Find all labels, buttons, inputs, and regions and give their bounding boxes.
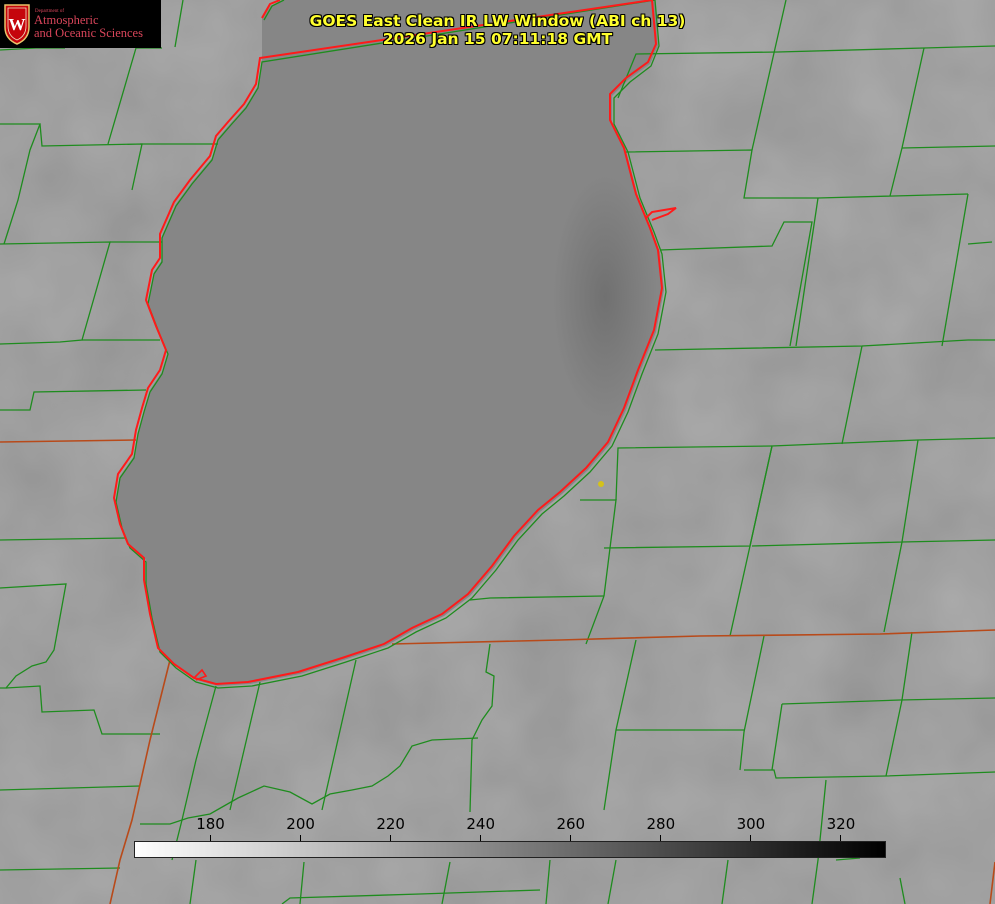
colorbar-tick-mark xyxy=(210,835,212,841)
colorbar-tick-mark xyxy=(390,835,392,841)
colorbar-tick-label: 180 xyxy=(196,815,225,833)
colorbar-tick-label: 320 xyxy=(826,815,856,833)
colorbar-tick-label: 200 xyxy=(286,815,315,833)
product-title: GOES East Clean IR LW Window (ABI ch 13) xyxy=(309,12,686,30)
colorbar-tick-label: 300 xyxy=(736,815,766,833)
colorbar-tick-label: 240 xyxy=(466,815,496,833)
colorbar-tick-label: 280 xyxy=(646,815,676,833)
colorbar-tick-mark xyxy=(570,835,572,841)
colorbar-tick-mark xyxy=(840,835,842,841)
site-marker-dot xyxy=(598,481,604,487)
temperature-colorbar xyxy=(134,841,886,858)
satellite-map xyxy=(0,0,995,904)
colorbar-tick-label: 220 xyxy=(376,815,405,833)
colorbar-tick-label: 260 xyxy=(556,815,586,833)
colorbar-tick-mark xyxy=(300,835,302,841)
colorbar-tick-mark xyxy=(480,835,482,841)
product-timestamp: 2026 Jan 15 07:11:18 GMT xyxy=(382,30,613,48)
colorbar-tick-mark xyxy=(660,835,662,841)
colorbar-tick-mark xyxy=(750,835,752,841)
